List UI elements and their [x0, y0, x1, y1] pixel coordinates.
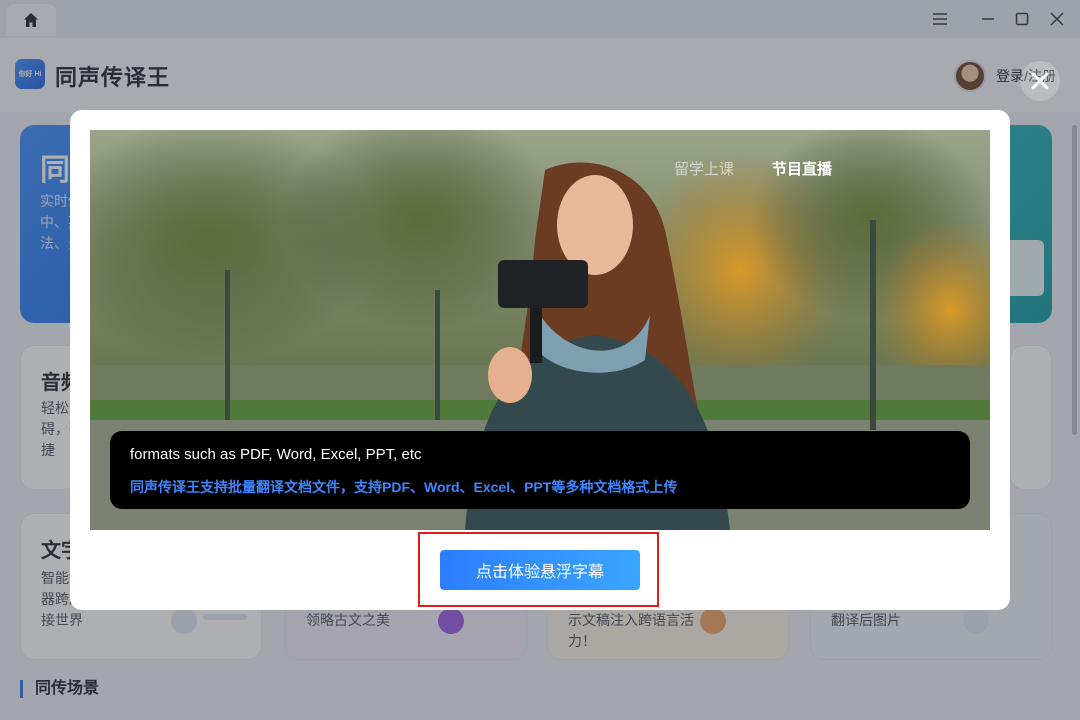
try-floating-subtitle-button[interactable]: 点击体验悬浮字幕 [440, 550, 640, 590]
demo-video[interactable]: 留学上课 节目直播 formats such as PDF, Word, Exc… [90, 130, 990, 530]
demo-modal: 留学上课 节目直播 formats such as PDF, Word, Exc… [70, 110, 1010, 610]
scene-tabs: 留学上课 节目直播 [674, 158, 832, 179]
close-icon [1031, 72, 1049, 90]
subtitle-chinese: 同声传译王支持批量翻译文档文件，支持PDF、Word、Excel、PPT等多种文… [130, 479, 678, 495]
modal-close-button[interactable] [1020, 61, 1060, 101]
tab-study-abroad[interactable]: 留学上课 [674, 158, 734, 179]
floating-subtitle: formats such as PDF, Word, Excel, PPT, e… [110, 431, 970, 509]
tab-live-broadcast[interactable]: 节目直播 [772, 158, 832, 179]
subtitle-english: formats such as PDF, Word, Excel, PPT, e… [130, 446, 422, 463]
